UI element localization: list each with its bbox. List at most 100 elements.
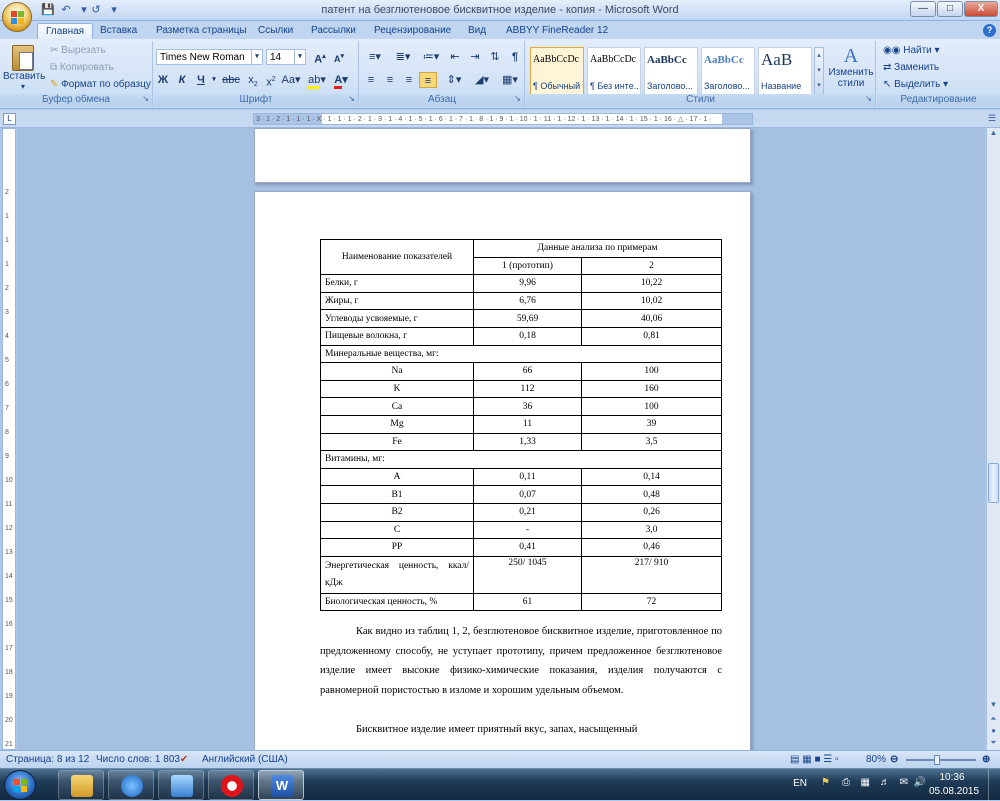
next-page-icon[interactable]: ⏷: [987, 738, 1000, 750]
zoom-slider[interactable]: [906, 759, 976, 761]
tab-insert[interactable]: Вставка: [92, 23, 145, 39]
line-spacing-icon[interactable]: ⇕▾: [442, 72, 466, 88]
tab-review[interactable]: Рецензирование: [366, 23, 459, 39]
cut-button[interactable]: ✂ Вырезать: [50, 45, 106, 56]
show-desktop-button[interactable]: [988, 769, 1000, 801]
font-name-combo[interactable]: [156, 49, 252, 65]
change-case-icon[interactable]: Aa▾: [280, 72, 302, 88]
style-heading-1[interactable]: AaBbCc Заголово...: [644, 47, 698, 95]
dialog-launcher-icon[interactable]: ↘: [142, 94, 149, 103]
zoom-level[interactable]: 80%: [866, 754, 886, 765]
scroll-down-icon[interactable]: ▼: [987, 700, 1000, 712]
replace-button[interactable]: ⇄ Заменить: [883, 62, 939, 73]
change-styles-button[interactable]: A Изменить стили: [828, 45, 874, 89]
taskbar-word[interactable]: W: [258, 770, 304, 800]
body-paragraph-1[interactable]: Как видно из таблиц 1, 2, безглютеновое …: [320, 622, 722, 700]
close-button[interactable]: X: [964, 1, 998, 17]
clock-date[interactable]: 05.08.2015: [926, 786, 982, 797]
multilevel-list-icon[interactable]: ≔▾: [418, 49, 444, 65]
body-paragraph-2[interactable]: Бисквитное изделие имеет приятный вкус, …: [320, 720, 722, 740]
highlight-icon[interactable]: ab▾: [306, 72, 328, 88]
view-ruler-icon[interactable]: ☰: [988, 113, 998, 125]
volume-icon[interactable]: 🔊: [914, 777, 926, 788]
borders-icon[interactable]: ▦▾: [498, 72, 522, 88]
align-right-icon[interactable]: ≡: [400, 72, 418, 88]
numbering-icon[interactable]: ≣▾: [390, 49, 416, 65]
font-size-dropdown-icon[interactable]: ▾: [294, 49, 306, 65]
horizontal-ruler[interactable]: 3 · 1 · 2 · 1 · 1 · 1 · X · 1 · 1 · 1 · …: [253, 113, 753, 125]
format-painter-button[interactable]: ✎ Формат по образцу: [50, 79, 151, 90]
printer-icon[interactable]: ⎙: [842, 777, 850, 788]
previous-page-icon[interactable]: ⏶: [987, 714, 1000, 726]
vertical-scrollbar[interactable]: ▲ ▼ ⏶ ● ⏷: [986, 128, 1000, 750]
input-language[interactable]: EN: [793, 778, 807, 789]
style-title[interactable]: AaB Название: [758, 47, 812, 95]
tab-mailings[interactable]: Рассылки: [303, 23, 364, 39]
start-button[interactable]: [4, 770, 36, 800]
dialog-launcher-icon[interactable]: ↘: [514, 94, 521, 103]
style-heading-2[interactable]: AaBbCc Заголово...: [701, 47, 755, 95]
align-left-icon[interactable]: ≡: [362, 72, 380, 88]
zoom-in-icon[interactable]: ⊕: [982, 754, 990, 765]
strikethrough-icon[interactable]: abc: [220, 72, 242, 88]
dialog-launcher-icon[interactable]: ↘: [865, 94, 872, 103]
clock-time[interactable]: 10:36: [930, 772, 974, 783]
taskbar-explorer[interactable]: [58, 770, 104, 800]
view-buttons[interactable]: ▤ ▦ ■ ☰ ▫: [790, 754, 839, 765]
tab-view[interactable]: Вид: [460, 23, 494, 39]
scroll-up-icon[interactable]: ▲: [987, 128, 1000, 140]
find-button[interactable]: ◉◉ Найти ▾: [883, 45, 940, 56]
dialog-launcher-icon[interactable]: ↘: [348, 94, 355, 103]
proofing-icon[interactable]: ✔: [180, 754, 188, 765]
superscript-icon[interactable]: x2: [262, 72, 280, 88]
minimize-button[interactable]: —: [910, 1, 936, 17]
tab-abbyy[interactable]: ABBYY FineReader 12: [498, 23, 616, 39]
page-count[interactable]: Страница: 8 из 12: [6, 754, 89, 765]
italic-icon[interactable]: К: [173, 72, 191, 88]
zoom-slider-thumb[interactable]: [934, 755, 940, 765]
styles-scroll[interactable]: ▴▾▾: [814, 47, 824, 95]
word-count[interactable]: Число слов: 1 803: [96, 754, 180, 765]
copy-button[interactable]: ⧉ Копировать: [50, 62, 114, 73]
justify-icon[interactable]: ≡: [419, 72, 437, 88]
bullets-icon[interactable]: ≡▾: [362, 49, 388, 65]
office-button[interactable]: [2, 2, 32, 32]
tab-page-layout[interactable]: Разметка страницы: [148, 23, 255, 39]
shrink-font-icon[interactable]: A▾: [330, 49, 348, 65]
style-no-spacing[interactable]: AaBbCcDc ¶ Без инте...: [587, 47, 641, 95]
increase-indent-icon[interactable]: ⇥: [466, 49, 484, 65]
maximize-button[interactable]: □: [937, 1, 963, 17]
scroll-thumb[interactable]: [988, 463, 999, 503]
bold-icon[interactable]: Ж: [154, 72, 172, 88]
taskbar-ie[interactable]: [108, 770, 154, 800]
taskbar-media[interactable]: [158, 770, 204, 800]
network-icon[interactable]: ▦: [861, 777, 870, 788]
decrease-indent-icon[interactable]: ⇤: [446, 49, 464, 65]
vertical-ruler[interactable]: 211123456789101112131415161718192021: [2, 128, 16, 750]
language-indicator[interactable]: Английский (США): [202, 754, 288, 765]
select-button[interactable]: ↖ Выделить ▾: [883, 79, 948, 90]
tab-home[interactable]: Главная: [37, 23, 93, 39]
underline-icon[interactable]: Ч: [192, 72, 210, 88]
font-size-combo[interactable]: [266, 49, 296, 65]
style-normal[interactable]: AaBbCcDc ¶ Обычный: [530, 47, 584, 95]
chat-icon[interactable]: ✉: [900, 777, 908, 788]
document-area[interactable]: Наименование показателей Данные анализа …: [17, 128, 985, 750]
tab-references[interactable]: Ссылки: [250, 23, 301, 39]
help-icon[interactable]: ?: [983, 24, 996, 37]
show-marks-icon[interactable]: ¶: [506, 49, 524, 65]
font-color-icon[interactable]: A▾: [330, 72, 352, 88]
sort-icon[interactable]: ⇅: [486, 49, 504, 65]
paste-button[interactable]: Вставить ▾: [3, 43, 43, 93]
zoom-out-icon[interactable]: ⊖: [890, 754, 898, 765]
shading-icon[interactable]: ◢▾: [470, 72, 494, 88]
current-page[interactable]: Наименование показателей Данные анализа …: [254, 191, 751, 750]
browse-object-icon[interactable]: ●: [987, 726, 1000, 738]
speaker-icon[interactable]: ♬: [880, 777, 890, 788]
font-name-dropdown-icon[interactable]: ▾: [251, 49, 263, 65]
underline-dropdown-icon[interactable]: ▾: [209, 72, 219, 88]
taskbar-opera[interactable]: [208, 770, 254, 800]
flag-icon[interactable]: ⚑: [821, 777, 830, 788]
subscript-icon[interactable]: x2: [244, 72, 262, 88]
tab-selector-icon[interactable]: L: [3, 113, 16, 125]
